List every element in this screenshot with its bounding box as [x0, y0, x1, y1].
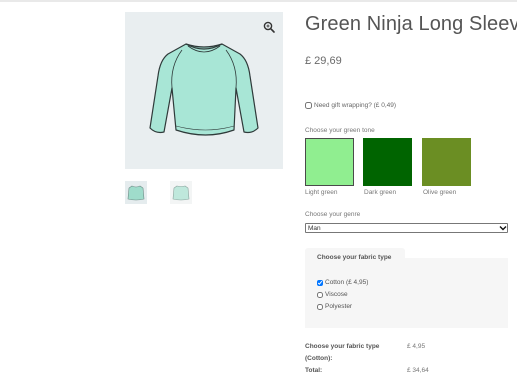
fabric-total-label-choice: (Cotton):	[305, 355, 333, 362]
fabric-total-value: £ 4,95	[407, 343, 426, 350]
fabric-option-label: Cotton (£ 4,95)	[325, 279, 369, 286]
grand-total-value: £ 34,64	[407, 367, 429, 374]
gift-wrap-checkbox[interactable]	[305, 102, 312, 109]
long-sleeve-shirt-image	[149, 43, 259, 136]
swatch-label-olive-green: Olive green	[423, 189, 457, 196]
fabric-viscose-checkbox[interactable]	[317, 291, 323, 298]
swatch-label-light-green: Light green	[305, 189, 338, 196]
swatch-olive-green[interactable]	[422, 138, 471, 186]
thumbnail-front[interactable]	[125, 181, 147, 204]
thumbnail-shirt-back-icon	[172, 185, 190, 201]
fabric-option-cotton[interactable]: Cotton (£ 4,95)	[317, 279, 368, 286]
fabric-option-viscose[interactable]: Viscose	[317, 291, 348, 298]
fabric-cotton-checkbox[interactable]	[317, 279, 323, 286]
thumbnail-back[interactable]	[170, 181, 192, 204]
product-title: Green Ninja Long Sleeve	[305, 13, 517, 35]
fabric-polyester-checkbox[interactable]	[317, 303, 323, 310]
fabric-option-polyester[interactable]: Polyester	[317, 303, 352, 310]
thumbnail-shirt-front-icon	[127, 185, 145, 201]
chevron-down-icon	[499, 226, 507, 231]
genre-select-value: Man	[308, 224, 321, 232]
genre-select[interactable]: Man	[305, 223, 508, 233]
green-tone-label: Choose your green tone	[305, 127, 375, 134]
fabric-option-label: Polyester	[325, 303, 353, 310]
fabric-total-label: Choose your fabric type	[305, 343, 380, 350]
gift-wrap-label: Need gift wrapping? (£ 0,49)	[314, 102, 397, 109]
magnifier-icon[interactable]	[262, 20, 276, 34]
genre-label: Choose your genre	[305, 211, 361, 218]
gift-wrap-option[interactable]: Need gift wrapping? (£ 0,49)	[305, 102, 396, 109]
fabric-legend: Choose your fabric type	[317, 254, 392, 261]
top-divider	[0, 0, 517, 2]
swatch-light-green[interactable]	[305, 138, 354, 186]
product-price: £ 29,69	[305, 55, 342, 67]
grand-total-label: Total:	[305, 367, 323, 374]
swatch-dark-green[interactable]	[363, 138, 412, 186]
swatch-label-dark-green: Dark green	[364, 189, 397, 196]
fabric-option-label: Viscose	[325, 291, 348, 298]
